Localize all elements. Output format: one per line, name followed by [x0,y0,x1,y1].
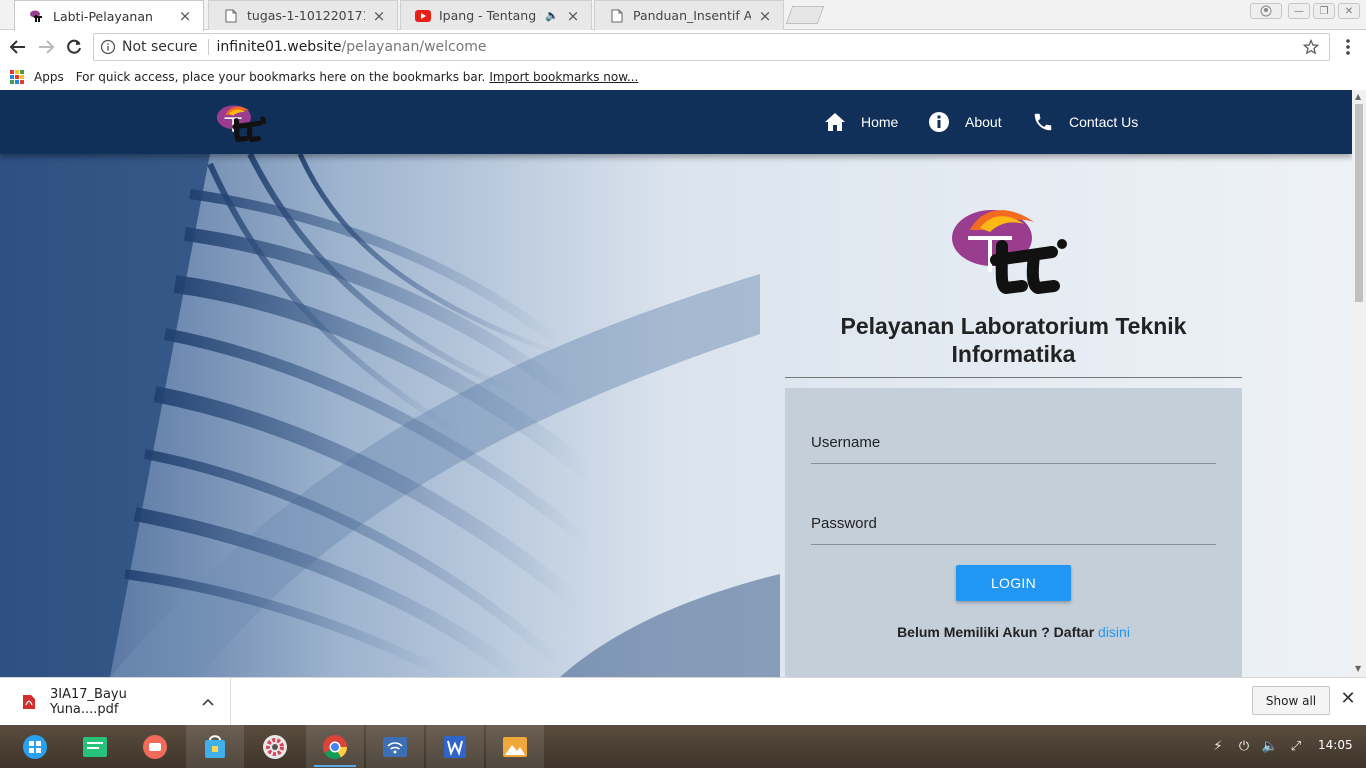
settings-icon[interactable] [246,725,304,768]
login-title: Pelayanan Laboratorium Teknik Informatik… [840,313,1187,367]
image-viewer-icon[interactable] [486,725,544,768]
close-icon[interactable]: × [757,8,773,24]
speaker-icon[interactable]: 🔈 [545,9,559,22]
tab-strip: Labti-Pelayanan × tugas-1-101220171546 ×… [0,0,1366,31]
close-icon[interactable]: × [565,8,581,24]
bookmark-star-icon[interactable] [1302,38,1320,59]
system-clock[interactable]: 14:05 [1318,738,1353,752]
security-status[interactable]: Not secure [122,39,198,55]
tab-tugas[interactable]: tugas-1-101220171546 × [208,0,398,30]
login-logo [950,200,1072,295]
document-icon [223,8,239,24]
show-all-button[interactable]: Show all [1252,686,1330,715]
tab-title: tugas-1-101220171546 [247,8,365,23]
minimize-icon[interactable]: — [1288,3,1310,19]
site-logo[interactable] [216,102,268,143]
network-status-icon[interactable]: ⤢ [1287,737,1305,755]
page-scrollbar[interactable]: ▲ ▼ [1352,90,1366,677]
back-icon[interactable] [6,35,30,59]
nav-about[interactable]: About [927,110,1002,134]
register-prompt: Belum Memiliki Akun ? Daftar disini [785,624,1242,640]
apps-shortcut[interactable]: Apps [34,70,64,84]
maximize-icon[interactable]: ❐ [1313,3,1335,19]
clipboard-icon[interactable]: ⚡ [1209,737,1227,755]
scroll-down-icon[interactable]: ▼ [1355,664,1361,673]
register-link[interactable]: disini [1098,624,1130,640]
tab-ipang[interactable]: Ipang - Tentang Cint 🔈 × [400,0,592,30]
new-tab-button[interactable] [785,6,825,24]
home-icon [823,110,847,134]
url-host: infinite01.website [216,39,342,55]
download-item[interactable]: 3IA17_Bayu Yuna....pdf [0,678,231,726]
download-shelf: 3IA17_Bayu Yuna....pdf Show all ✕ [0,677,1366,726]
window-close-icon[interactable]: ✕ [1338,3,1360,19]
bookmarks-hint: For quick access, place your bookmarks h… [75,70,486,84]
apps-grid-icon[interactable] [10,70,24,84]
register-question: Belum Memiliki Akun ? Daftar [897,624,1095,640]
nav-home[interactable]: Home [823,110,898,134]
tab-panduan[interactable]: Panduan_Insentif Artike × [594,0,784,30]
tab-labti-pelayanan[interactable]: Labti-Pelayanan × [14,0,204,31]
chevron-up-icon[interactable] [198,695,218,710]
chrome-icon[interactable] [306,725,364,768]
url-path: /pelayanan/welcome [341,39,487,55]
store-icon[interactable] [186,725,244,768]
network-icon[interactable] [366,725,424,768]
youtube-icon [415,8,431,24]
tab-title: Ipang - Tentang Cint [439,8,541,23]
info-icon [927,110,951,134]
browser-menu-icon[interactable] [1340,38,1356,56]
download-file-name: 3IA17_Bayu Yuna....pdf [50,687,127,717]
login-button[interactable]: LOGIN [956,565,1071,601]
login-panel: Username Password LOGIN Belum Memiliki A… [785,388,1242,677]
phone-icon [1031,110,1055,134]
forward-icon[interactable] [34,35,58,59]
ti-logo-icon [29,8,45,24]
close-icon[interactable]: × [177,8,193,24]
scroll-up-icon[interactable]: ▲ [1355,92,1361,101]
import-bookmarks-link[interactable]: Import bookmarks now... [489,70,638,84]
address-bar[interactable]: Not secure infinite01.website/pelayanan/… [93,33,1330,61]
document-icon [609,8,625,24]
password-input[interactable] [811,505,1216,544]
wps-writer-icon[interactable] [426,725,484,768]
launcher-icon[interactable] [6,725,64,768]
site-navbar: Home About Contact Us [0,90,1352,154]
volume-icon[interactable]: 🔈 [1261,737,1279,755]
power-icon[interactable]: ⏻ [1235,737,1253,755]
username-input[interactable] [811,424,1216,463]
screen-recorder-icon[interactable] [126,725,184,768]
info-icon[interactable] [100,39,116,55]
nav-label: Home [861,114,899,130]
reload-icon[interactable] [62,35,86,59]
close-icon[interactable]: ✕ [1340,690,1356,708]
close-icon[interactable]: × [371,8,387,24]
nav-label: Contact Us [1069,114,1139,130]
browser-toolbar: Not secure infinite01.website/pelayanan/… [0,30,1366,64]
tab-title: Panduan_Insentif Artike [633,8,751,23]
divider [785,377,1242,378]
bookmarks-bar: Apps For quick access, place your bookma… [0,64,1366,90]
system-taskbar: ⚡ ⏻ 🔈 ⤢ 14:05 [0,725,1366,768]
nav-label: About [965,114,1002,130]
divider [207,39,209,55]
nav-contact[interactable]: Contact Us [1031,110,1138,134]
password-field[interactable]: Password [811,505,1216,545]
username-field[interactable]: Username [811,424,1216,464]
profile-icon[interactable] [1250,3,1282,19]
pdf-file-icon [22,694,36,710]
page-viewport: Home About Contact Us Pelayanan Laborato… [0,90,1352,677]
tab-title: Labti-Pelayanan [53,8,153,24]
scrollbar-thumb[interactable] [1355,104,1363,302]
files-icon[interactable] [66,725,124,768]
